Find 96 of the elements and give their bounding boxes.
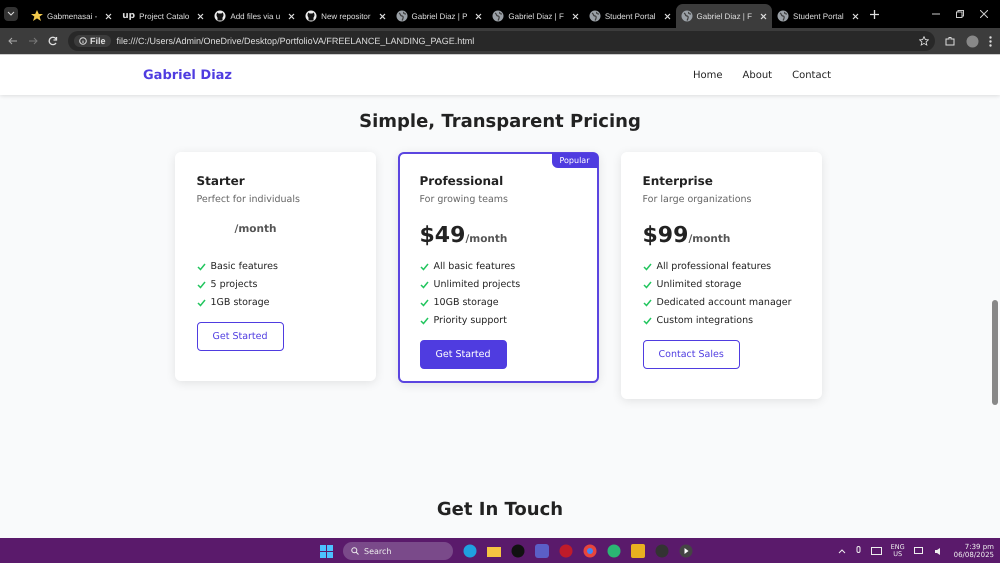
check-icon bbox=[642, 262, 652, 270]
billing-period: /month bbox=[688, 233, 730, 245]
check-icon bbox=[196, 280, 206, 288]
feature-text: Custom integrations bbox=[656, 315, 754, 326]
feature-text: Unlimited projects bbox=[434, 279, 520, 290]
close-icon[interactable] bbox=[980, 10, 988, 18]
app-icon[interactable] bbox=[463, 544, 477, 558]
feature-text: 1GB storage bbox=[210, 297, 270, 308]
browser-tab[interactable]: New repositor bbox=[300, 4, 391, 28]
taskbar-search[interactable]: Search bbox=[343, 542, 453, 560]
feature-text: Priority support bbox=[434, 315, 507, 326]
globe-icon bbox=[680, 10, 693, 22]
section-title: Simple, Transparent Pricing bbox=[358, 111, 642, 132]
tab-logo: up bbox=[122, 11, 136, 21]
billing-period: /month bbox=[234, 223, 276, 235]
check-icon bbox=[642, 298, 652, 306]
plan-subtitle: For large organizations bbox=[642, 194, 752, 205]
feature-text: All professional features bbox=[656, 261, 772, 272]
billing-period: /month bbox=[465, 233, 508, 245]
keyboard-icon[interactable] bbox=[870, 547, 882, 555]
browser-tab[interactable]: Gabriel Diaz | P bbox=[390, 4, 488, 28]
close-icon[interactable] bbox=[288, 12, 296, 20]
microphone-icon[interactable] bbox=[854, 546, 862, 556]
browser-tab[interactable]: Add files via u bbox=[209, 4, 300, 28]
new-tab-icon[interactable] bbox=[870, 10, 879, 18]
search-icon bbox=[351, 547, 359, 555]
feature-text: 10GB storage bbox=[434, 297, 499, 308]
browser-tab[interactable]: Student Portal bbox=[584, 4, 676, 28]
check-icon bbox=[420, 316, 428, 324]
folder-icon[interactable] bbox=[487, 544, 501, 558]
address-bar[interactable]: File file:///C:/Users/Admin/OneDrive/Desktop/PortfolioVA/FREELANCE_LANDING_PAGE.html bbox=[68, 31, 935, 51]
chevron-down-icon bbox=[7, 11, 15, 17]
extensions-icon[interactable] bbox=[945, 36, 956, 46]
star-icon[interactable] bbox=[919, 36, 929, 46]
feature-text: Unlimited storage bbox=[656, 279, 742, 290]
chevron-up-icon[interactable] bbox=[838, 548, 846, 554]
restore-icon[interactable] bbox=[956, 10, 964, 18]
nav-link[interactable]: About bbox=[742, 70, 772, 80]
network-icon[interactable] bbox=[914, 546, 925, 556]
feature-text: Basic features bbox=[210, 261, 278, 272]
scrollbar-thumb[interactable] bbox=[992, 300, 998, 405]
globe-icon bbox=[588, 10, 601, 22]
check-icon bbox=[420, 298, 428, 306]
tab-search-button[interactable] bbox=[4, 7, 18, 21]
close-icon[interactable] bbox=[852, 12, 859, 20]
browser-tab[interactable]: Gabriel Diaz | F bbox=[676, 4, 772, 28]
check-icon bbox=[196, 298, 206, 306]
close-icon[interactable] bbox=[760, 12, 767, 20]
play-icon[interactable] bbox=[679, 544, 693, 558]
brand-logo[interactable]: Gabriel Diaz bbox=[143, 68, 232, 82]
info-icon bbox=[79, 37, 87, 45]
plan-price: $99 bbox=[642, 223, 688, 248]
browser-tab[interactable]: Gabmenasai - bbox=[26, 4, 118, 28]
site-info-chip[interactable]: File bbox=[74, 35, 111, 47]
menu-icon[interactable] bbox=[989, 36, 992, 46]
close-icon[interactable] bbox=[572, 12, 579, 20]
section-title: Get In Touch bbox=[436, 499, 564, 520]
popular-badge: Popular bbox=[552, 153, 598, 168]
check-icon bbox=[420, 280, 428, 288]
plan-subtitle: Perfect for individuals bbox=[196, 194, 301, 205]
plan-name: Enterprise bbox=[642, 174, 714, 188]
check-icon bbox=[642, 280, 652, 288]
star-icon bbox=[31, 10, 43, 22]
reload-icon[interactable] bbox=[48, 36, 58, 46]
globe-icon bbox=[396, 10, 408, 22]
profile-avatar[interactable] bbox=[966, 34, 979, 48]
feature-text: 5 projects bbox=[210, 279, 258, 290]
plan-button[interactable]: Get Started bbox=[196, 322, 284, 351]
close-icon[interactable] bbox=[475, 12, 482, 20]
back-icon[interactable] bbox=[8, 36, 18, 46]
browser-tab[interactable]: Student Portal bbox=[772, 4, 864, 28]
check-icon bbox=[642, 316, 652, 324]
nav-link[interactable]: Home bbox=[692, 70, 723, 80]
check-icon bbox=[420, 262, 428, 270]
url-text: file:///C:/Users/Admin/OneDrive/Desktop/PortfolioVA/FREELANCE_LANDING_PAGE.html bbox=[116, 36, 474, 46]
plan-subtitle: For growing teams bbox=[420, 194, 509, 205]
close-icon[interactable] bbox=[197, 12, 204, 20]
browser-tab[interactable]: up Project Catalo bbox=[117, 4, 210, 28]
close-icon[interactable] bbox=[664, 12, 671, 20]
plan-name: Starter bbox=[196, 174, 246, 188]
plan-price: $49 bbox=[420, 223, 466, 248]
close-icon[interactable] bbox=[105, 12, 112, 20]
browser-tab[interactable]: Gabriel Diaz | F bbox=[487, 4, 584, 28]
nav-link[interactable]: Contact bbox=[792, 70, 831, 80]
plan-button[interactable]: Contact Sales bbox=[642, 340, 740, 369]
windows-start-icon[interactable] bbox=[320, 544, 333, 558]
globe-icon bbox=[776, 10, 789, 22]
close-icon[interactable] bbox=[378, 12, 386, 20]
app-icon[interactable] bbox=[607, 544, 621, 558]
feature-text: Dedicated account manager bbox=[656, 297, 792, 308]
plan-name: Professional bbox=[420, 174, 504, 188]
globe-icon bbox=[492, 10, 504, 22]
forward-icon[interactable] bbox=[28, 36, 38, 46]
check-icon bbox=[196, 262, 206, 270]
plan-button[interactable]: Get Started bbox=[420, 340, 507, 369]
feature-text: All basic features bbox=[434, 261, 516, 272]
